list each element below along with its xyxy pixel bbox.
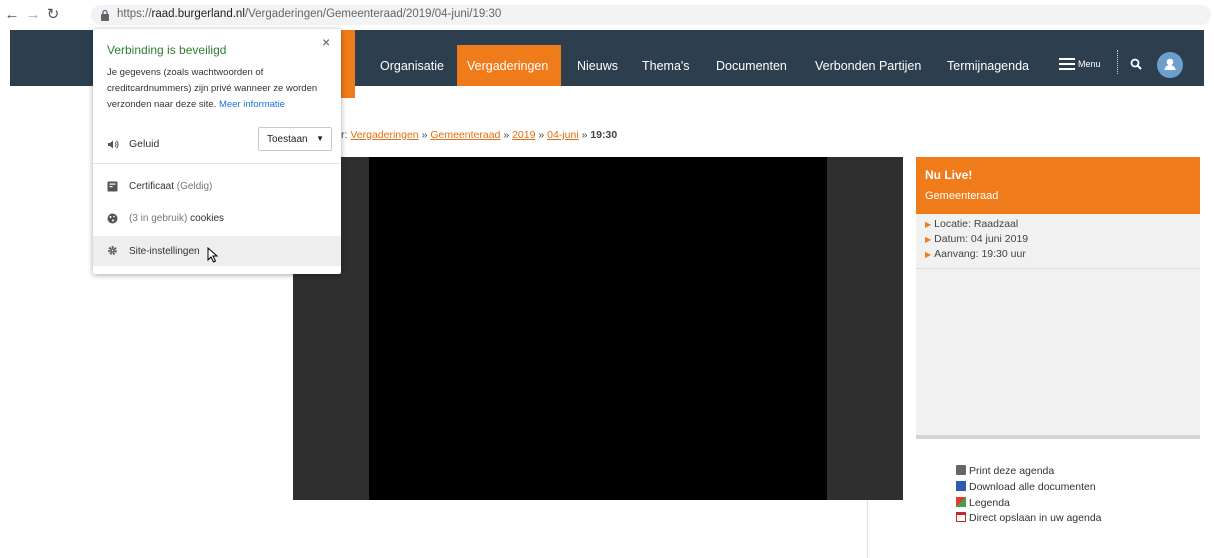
menu-label[interactable]: Menu: [1078, 59, 1101, 69]
nav-themas[interactable]: Thema's: [642, 30, 690, 86]
popup-description-text: Je gegevens (zoals wachtwoorden of credi…: [107, 67, 318, 110]
link-legenda[interactable]: Legenda: [956, 497, 1010, 509]
triangle-right-icon: ▶: [925, 220, 932, 229]
nav-termijnagenda[interactable]: Termijnagenda: [947, 30, 1029, 86]
sound-label: Geluid: [129, 138, 160, 150]
cookies-count: (3 in gebruik): [129, 213, 188, 224]
link-print-agenda[interactable]: Print deze agenda: [956, 465, 1054, 477]
url-scheme: https://: [117, 8, 152, 20]
popup-separator: [93, 163, 341, 164]
sound-permission-value: Toestaan: [267, 133, 308, 145]
triangle-right-icon: ▶: [925, 235, 932, 244]
triangle-right-icon: ▶: [925, 250, 932, 259]
breadcrumb-separator: »: [503, 129, 510, 141]
breadcrumb-04-juni[interactable]: 04-juni: [547, 129, 579, 141]
info-locatie: ▶ Locatie: Raadzaal: [925, 218, 1018, 230]
sound-permission-select[interactable]: Toestaan ▼: [258, 127, 332, 151]
reload-icon[interactable]: ↻: [45, 6, 61, 24]
breadcrumb-2019[interactable]: 2019: [512, 129, 535, 141]
info-datum: ▶ Datum: 04 juni 2019: [925, 233, 1028, 245]
live-title: Nu Live!: [925, 168, 973, 182]
back-arrow-icon[interactable]: ←: [4, 6, 20, 24]
breadcrumb-vergaderingen[interactable]: Vergaderingen: [350, 129, 418, 141]
site-settings-label[interactable]: Site-instellingen: [129, 246, 200, 257]
popup-title: Verbinding is beveiligd: [107, 43, 227, 57]
cookies-row[interactable]: (3 in gebruik) cookies: [129, 213, 224, 224]
url-path: /Vergaderingen/Gemeenteraad/2019/04-juni…: [244, 8, 502, 20]
link-legenda-text: Legenda: [969, 497, 1010, 509]
certificate-status: (Geldig): [176, 181, 213, 192]
breadcrumb-gemeenteraad[interactable]: Gemeenteraad: [430, 129, 500, 141]
header-divider: [1117, 50, 1120, 74]
nav-organisatie[interactable]: Organisatie: [380, 30, 444, 86]
link-print-agenda-text: Print deze agenda: [969, 465, 1055, 477]
url-host: raad.burgerland.nl: [151, 8, 245, 20]
info-datum-text: Datum: 04 juni 2019: [934, 233, 1029, 245]
popup-description: Je gegevens (zoals wachtwoorden of credi…: [107, 65, 327, 113]
certificate-icon: [107, 181, 118, 192]
hamburger-icon[interactable]: [1059, 58, 1075, 73]
more-info-link[interactable]: Meer informatie: [219, 99, 285, 110]
nav-vergaderingen[interactable]: Vergaderingen: [467, 30, 548, 86]
breadcrumb-separator: »: [421, 129, 428, 141]
link-opslaan-agenda-text: Direct opslaan in uw agenda: [969, 512, 1102, 524]
nav-verbonden-partijen[interactable]: Verbonden Partijen: [815, 30, 921, 86]
certificate-label: Certificaat: [129, 181, 175, 192]
cookie-icon: [107, 213, 118, 224]
breadcrumb-separator: »: [581, 129, 588, 141]
link-opslaan-agenda[interactable]: Direct opslaan in uw agenda: [956, 512, 1102, 524]
nav-nieuws[interactable]: Nieuws: [577, 30, 618, 86]
panel-divider: [916, 268, 1200, 269]
info-locatie-text: Locatie: Raadzaal: [934, 218, 1019, 230]
breadcrumb-separator: »: [538, 129, 545, 141]
printer-icon: [956, 465, 966, 475]
link-download-documenten[interactable]: Download alle documenten: [956, 481, 1096, 493]
search-icon[interactable]: [1130, 58, 1142, 70]
column-divider: [867, 500, 868, 558]
chevron-down-icon: ▼: [316, 134, 324, 143]
certificate-row[interactable]: Certificaat (Geldig): [129, 181, 212, 192]
speaker-icon: [108, 140, 119, 149]
lock-icon[interactable]: [100, 9, 110, 21]
user-avatar-icon[interactable]: [1157, 52, 1183, 78]
breadcrumb-current: 19:30: [590, 129, 618, 141]
info-aanvang: ▶ Aanvang: 19:30 uur: [925, 248, 1026, 260]
url-text[interactable]: https://raad.burgerland.nl/Vergaderingen…: [117, 8, 501, 20]
nav-documenten[interactable]: Documenten: [716, 30, 787, 86]
mouse-cursor-icon: [207, 247, 219, 263]
forward-arrow-icon[interactable]: →: [25, 6, 41, 24]
breadcrumb: r: Vergaderingen » Gemeenteraad » 2019 »…: [341, 129, 617, 141]
link-download-documenten-text: Download alle documenten: [969, 481, 1096, 493]
calendar-icon: [956, 512, 966, 522]
floppy-disk-icon: [956, 481, 966, 491]
info-aanvang-text: Aanvang: 19:30 uur: [934, 248, 1026, 260]
breadcrumb-prefix: r:: [341, 129, 348, 141]
gear-icon: [108, 246, 117, 255]
cookies-label: cookies: [190, 213, 225, 224]
close-icon[interactable]: ×: [322, 34, 330, 50]
live-panel-header: [916, 157, 1200, 214]
shapes-icon: [956, 497, 966, 507]
live-subtitle: Gemeenteraad: [925, 190, 999, 202]
video-frame[interactable]: [369, 157, 827, 500]
